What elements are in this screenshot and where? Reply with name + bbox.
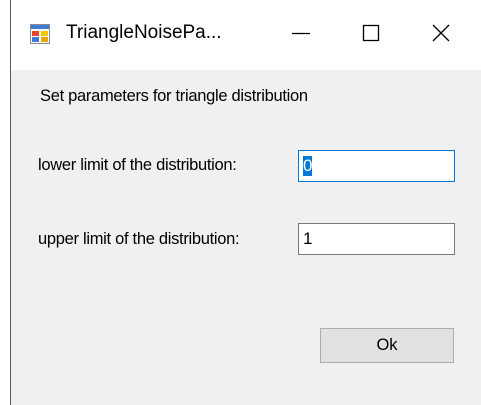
maximize-button[interactable] xyxy=(336,0,406,70)
lower-limit-input[interactable] xyxy=(298,150,455,182)
instructions-label: Set parameters for triangle distribution xyxy=(40,87,308,105)
windows-form-icon xyxy=(30,24,50,44)
ok-button[interactable]: Ok xyxy=(320,328,454,363)
minimize-button[interactable] xyxy=(266,0,336,70)
window-title: TriangleNoisePa... xyxy=(66,22,222,43)
minimize-icon xyxy=(291,23,311,48)
dialog-window: TriangleNoisePa... Set parameters for tr… xyxy=(10,0,481,405)
close-icon xyxy=(431,23,451,48)
title-bar[interactable]: TriangleNoisePa... xyxy=(11,0,481,70)
lower-limit-label: lower limit of the distribution: xyxy=(38,156,237,174)
screen: TriangleNoisePa... Set parameters for tr… xyxy=(0,0,481,405)
maximize-icon xyxy=(361,23,381,48)
upper-limit-label: upper limit of the distribution: xyxy=(38,230,240,248)
dialog-client-area: Set parameters for triangle distribution… xyxy=(11,70,481,405)
close-button[interactable] xyxy=(406,0,476,70)
upper-limit-input[interactable] xyxy=(298,223,455,255)
